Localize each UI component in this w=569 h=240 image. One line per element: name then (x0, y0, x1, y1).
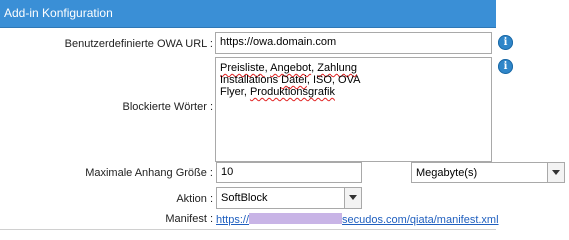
misspelled-word: Datei (281, 74, 307, 86)
action-value: SoftBlock (221, 192, 268, 204)
max-attachment-input[interactable]: 10 (216, 162, 362, 183)
section-title: Add-in Konfiguration (4, 6, 113, 20)
chevron-down-icon (552, 170, 560, 175)
blocked-words-textarea[interactable]: Preisliste, Angebot, Zahlung Installation… (215, 57, 492, 162)
misspelled-word: Preisliste (220, 62, 265, 74)
max-attachment-label: Maximale Anhang Größe : (85, 167, 213, 179)
owa-url-label: Benutzerdefinierte OWA URL : (64, 38, 213, 50)
max-attachment-value: 10 (221, 166, 234, 178)
bottom-divider (0, 229, 496, 230)
text-segment: Installations (220, 74, 282, 86)
action-dropdown-button[interactable] (344, 188, 361, 208)
blocked-words-line: Installations Datei, ISO, OVA (220, 74, 487, 86)
manifest-label: Manifest : (165, 213, 213, 225)
owa-url-input[interactable]: https://owa.domain.com (215, 32, 492, 54)
blocked-words-line: Preisliste, Angebot, Zahlung (220, 62, 487, 74)
misspelled-word: Produktionsgrafik (249, 86, 335, 98)
owa-url-value: https://owa.domain.com (220, 36, 337, 48)
manifest-link[interactable]: https:// secudos.com/qiata/manifest.xml (216, 213, 499, 226)
redacted-domain (249, 213, 343, 224)
misspelled-word: Zahlung (317, 62, 358, 74)
action-label: Aktion : (176, 193, 213, 205)
misspelled-word: Angebot (270, 62, 312, 74)
chevron-down-icon (349, 195, 357, 200)
size-unit-value: Megabyte(s) (416, 167, 478, 179)
info-icon[interactable]: i (498, 59, 513, 74)
size-unit-dropdown-button[interactable] (547, 163, 564, 182)
blocked-words-label: Blockierte Wörter : (122, 101, 213, 113)
info-icon[interactable]: i (498, 35, 513, 50)
section-header: Add-in Konfiguration (0, 0, 496, 28)
blocked-words-line: Flyer, Produktionsgrafik (220, 86, 487, 98)
action-select[interactable]: SoftBlock (216, 187, 362, 209)
manifest-link-prefix: https:// (216, 214, 250, 226)
text-segment: Flyer, (220, 86, 250, 98)
manifest-link-suffix: secudos.com/qiata/manifest.xml (342, 214, 499, 226)
text-segment: , ISO, OVA (306, 74, 361, 86)
size-unit-select[interactable]: Megabyte(s) (411, 162, 565, 183)
